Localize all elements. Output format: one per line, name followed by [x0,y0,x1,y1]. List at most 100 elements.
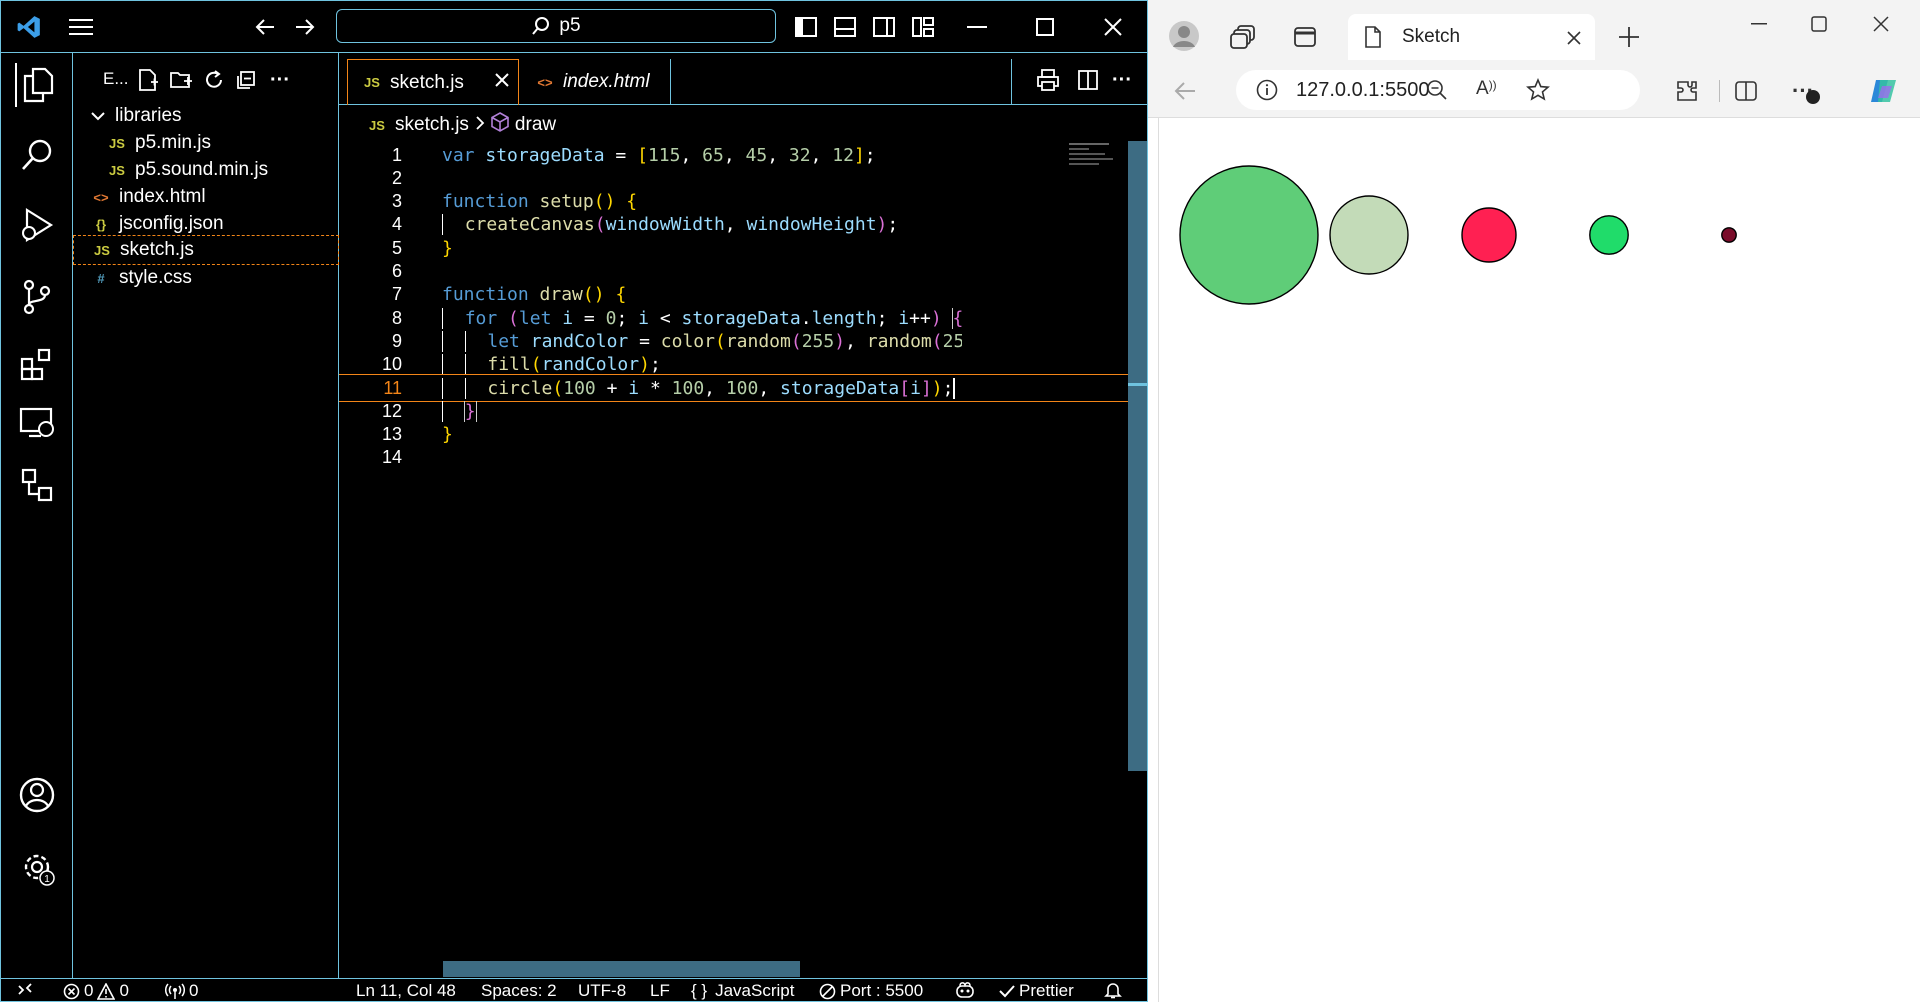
remote-explorer-icon[interactable] [15,401,59,445]
new-tab-icon[interactable] [1614,22,1644,52]
toggle-panel-icon[interactable] [831,13,859,41]
forward-arrow-icon[interactable] [291,13,319,41]
menu-icon[interactable] [67,13,95,41]
sketch-circle [1589,215,1629,255]
source-control-icon[interactable] [15,275,59,319]
tab-sketch-js[interactable]: JS sketch.js [347,59,519,105]
vertical-scrollbar[interactable] [1128,141,1147,771]
breadcrumb-symbol[interactable]: draw [515,114,556,136]
tree-item-label: p5.min.js [135,132,212,153]
toggle-primary-sidebar-icon[interactable] [792,13,820,41]
tree-item-label: p5.sound.min.js [135,159,269,180]
split-screen-icon[interactable] [1731,76,1761,106]
browser-chrome: Sketch 127.0.0.1:5500 A)) ··· [1148,0,1920,118]
tree-file-sketch-js[interactable]: JS sketch.js [73,235,339,265]
accounts-icon[interactable] [15,773,59,817]
line-number: 4 [391,214,402,235]
js-file-icon: JS [364,75,380,90]
remote-indicator-icon[interactable] [17,981,33,997]
back-arrow-icon[interactable] [251,13,279,41]
info-icon[interactable] [1256,79,1278,107]
new-folder-icon[interactable] [168,67,194,93]
tab-index-html[interactable]: <> index.html [521,59,671,105]
zoom-out-icon[interactable] [1426,79,1448,107]
error-count: 0 [84,981,94,1000]
page-icon [1364,26,1382,54]
prettier-status[interactable]: Prettier [999,981,1074,1001]
code-text: createCanvas(windowWidth, windowHeight); [442,214,962,236]
cursor-position[interactable]: Ln 11, Col 48 [356,981,456,1001]
more-actions-icon[interactable]: ··· [267,67,293,93]
toggle-secondary-sidebar-icon[interactable] [870,13,898,41]
command-center[interactable]: p5 [336,9,776,43]
copilot-icon[interactable] [1866,74,1902,108]
workspaces-icon[interactable] [1228,22,1258,52]
check-icon [999,985,1015,998]
split-editor-icon[interactable] [1075,67,1101,93]
refresh-icon[interactable] [201,67,227,93]
extensions-icon[interactable] [1672,76,1702,106]
explorer-icon[interactable] [15,63,59,107]
search-icon [532,17,550,35]
search-icon[interactable] [15,133,59,177]
tab-label: sketch.js [390,71,464,93]
vscode-titlebar: p5 [1,1,1147,53]
end-of-line[interactable]: LF [650,981,670,1001]
minimize-icon[interactable] [963,13,991,41]
toolbar-separator [1719,80,1720,102]
notifications-bell-icon[interactable] [1104,981,1122,999]
tab-actions-icon[interactable] [1290,22,1320,52]
collapse-all-icon[interactable] [233,67,259,93]
chevron-down-icon [91,105,105,127]
profile-avatar-icon[interactable] [1168,20,1200,52]
flow-icon[interactable] [15,463,59,507]
minimap[interactable] [1069,141,1125,169]
tree-item-label: index.html [119,186,206,207]
manage-gear-icon[interactable]: 1 [15,845,59,889]
problems-indicator[interactable]: 0 0 [63,981,129,1001]
back-arrow-icon[interactable] [1170,76,1200,106]
sketch-circle [1329,195,1409,275]
ports-count: 0 [189,981,199,1000]
settings-more-icon[interactable]: ··· [1786,76,1820,106]
code-text: let randColor = color(random(255), rando… [442,330,962,352]
line-number: 2 [391,167,402,188]
tab-close-icon[interactable] [1567,29,1581,51]
live-server-port[interactable]: Port : 5500 [819,981,923,1001]
print-icon[interactable] [1035,67,1061,93]
browser-tab-sketch[interactable]: Sketch [1348,14,1595,60]
line-number: 9 [391,330,402,351]
maximize-icon[interactable] [1031,13,1059,41]
read-aloud-icon[interactable]: A)) [1476,78,1497,100]
breadcrumb-file[interactable]: sketch.js [395,114,469,136]
language-mode[interactable]: { } JavaScript [691,981,794,1001]
json-file-icon: {} [95,216,107,232]
extensions-icon[interactable] [15,343,59,387]
language-label: JavaScript [715,981,795,1000]
close-icon[interactable] [1099,13,1127,41]
p5-canvas[interactable] [1158,118,1920,1002]
url-text: 127.0.0.1:5500 [1296,79,1430,101]
encoding[interactable]: UTF-8 [578,981,626,1001]
explorer-title: E... [103,69,129,88]
customize-layout-icon[interactable] [909,13,937,41]
tab-close-icon[interactable] [494,72,510,94]
close-icon[interactable] [1866,12,1896,36]
minimize-icon[interactable] [1744,12,1774,36]
tree-file-style-css[interactable]: # style.css [73,262,339,294]
address-bar[interactable]: 127.0.0.1:5500 A)) [1236,70,1640,110]
update-badge-icon [1806,90,1820,104]
horizontal-scrollbar[interactable] [443,961,800,977]
prettier-label: Prettier [1019,981,1074,1000]
maximize-icon[interactable] [1804,12,1834,36]
code-text: for (let i = 0; i < storageData.length; … [442,307,962,329]
new-file-icon[interactable] [135,67,161,93]
more-actions-icon[interactable]: ··· [1109,67,1135,93]
favorite-star-icon[interactable] [1526,77,1550,108]
copilot-icon[interactable] [955,981,975,999]
code-text: } [442,400,962,422]
ports-indicator[interactable]: 0 [165,981,198,1001]
line-number: 6 [391,261,402,281]
run-debug-icon[interactable] [15,203,59,247]
indentation[interactable]: Spaces: 2 [481,981,557,1001]
